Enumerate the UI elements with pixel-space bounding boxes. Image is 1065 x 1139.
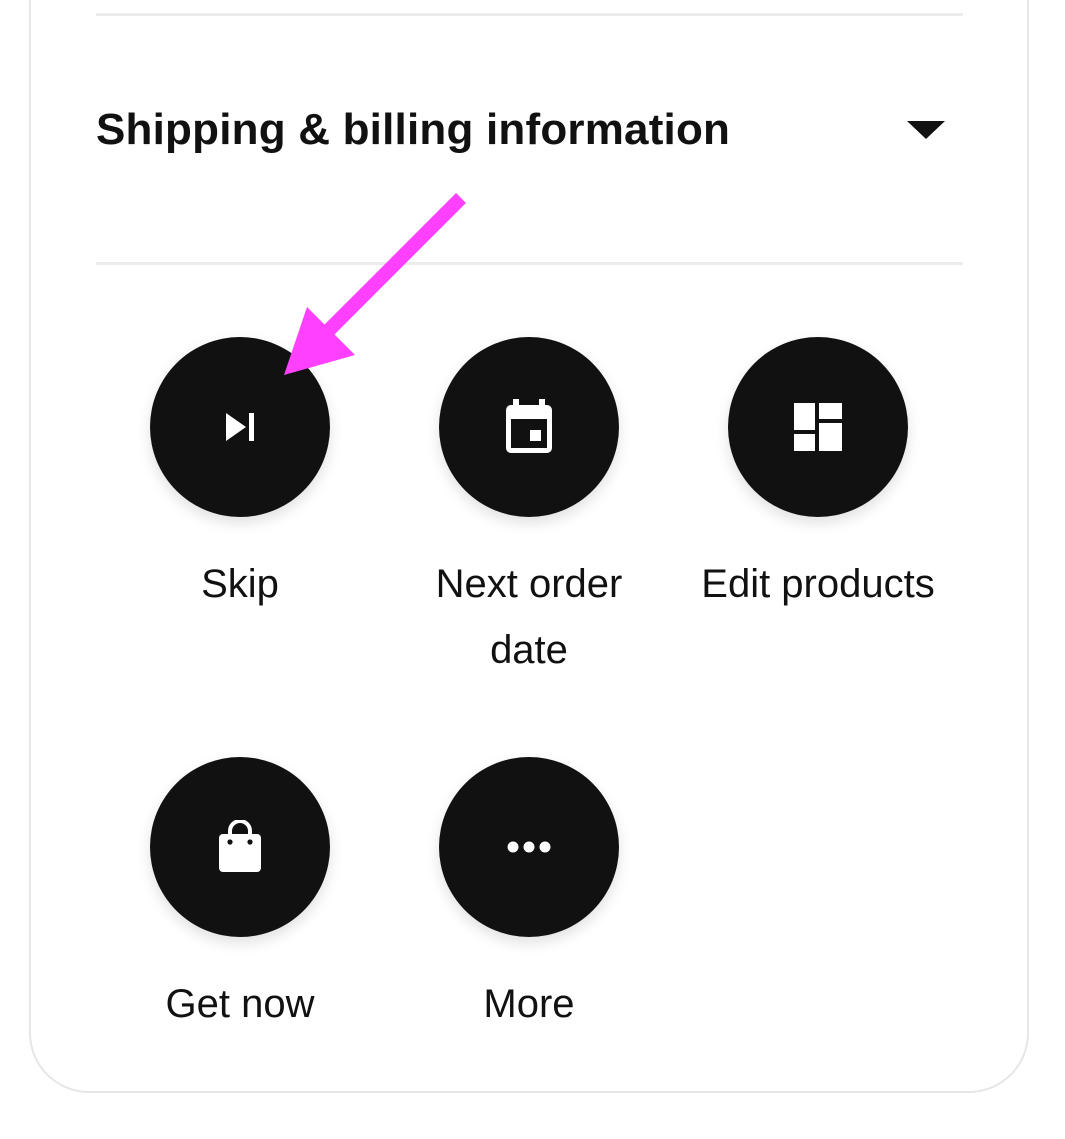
skip-button[interactable]: Skip xyxy=(110,337,370,617)
skip-circle[interactable] xyxy=(150,337,330,517)
more-button[interactable]: More xyxy=(399,757,659,1037)
section-divider xyxy=(96,262,963,265)
more-horizontal-icon xyxy=(507,841,551,853)
more-circle[interactable] xyxy=(439,757,619,937)
calendar-icon xyxy=(506,399,552,453)
dashboard-icon xyxy=(794,403,842,451)
get-now-label: Get now xyxy=(165,982,315,1026)
next-order-date-button[interactable]: Next order date xyxy=(399,337,659,683)
skip-next-icon xyxy=(226,413,254,441)
get-now-button[interactable]: Get now xyxy=(110,757,370,1037)
section-title: Shipping & billing information xyxy=(96,105,731,154)
more-label: More xyxy=(483,982,575,1026)
edit-products-label: Edit products xyxy=(701,562,935,606)
get-now-circle[interactable] xyxy=(150,757,330,937)
edit-products-circle[interactable] xyxy=(728,337,908,517)
shipping-billing-toggle[interactable]: Shipping & billing information xyxy=(96,95,963,165)
top-divider xyxy=(96,13,963,16)
next-order-date-circle[interactable] xyxy=(439,337,619,517)
shopping-bag-icon xyxy=(219,820,261,872)
skip-label: Skip xyxy=(201,562,279,606)
edit-products-button[interactable]: Edit products xyxy=(688,337,948,617)
caret-down-icon xyxy=(907,121,945,139)
next-order-date-label: Next order date xyxy=(435,562,623,672)
